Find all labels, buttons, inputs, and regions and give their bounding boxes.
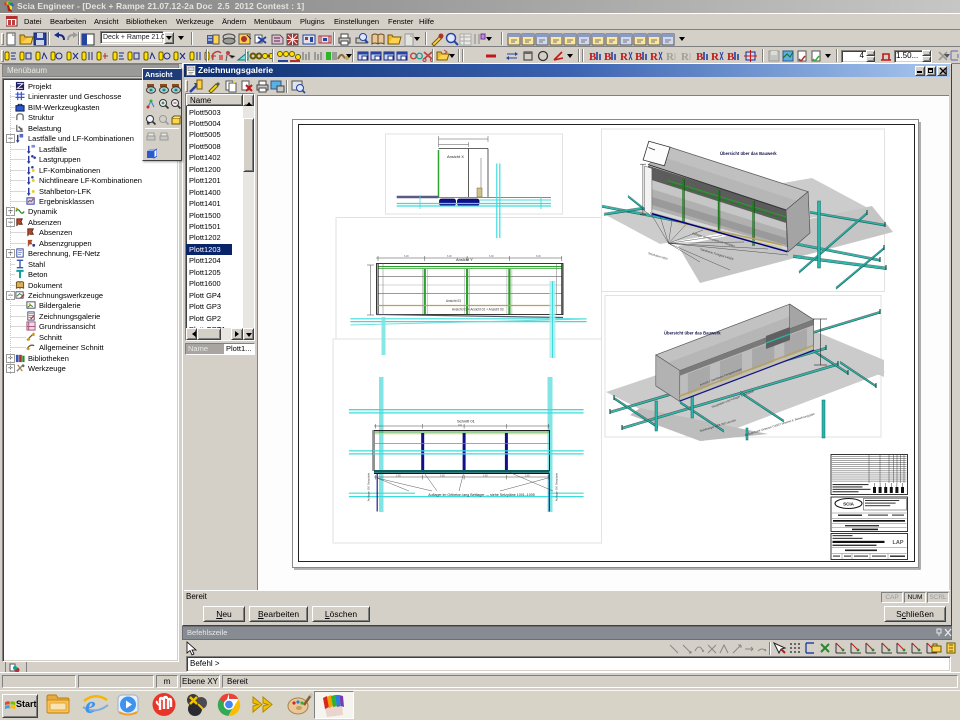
svg-text:Ansicht X: Ansicht X bbox=[447, 154, 464, 159]
svg-text:B: B bbox=[635, 51, 643, 63]
svg-text:6.00: 6.00 bbox=[447, 255, 452, 258]
svg-text:B: B bbox=[727, 51, 735, 63]
svg-text:Schnitt 01: Schnitt 01 bbox=[457, 419, 476, 424]
svg-text:B: B bbox=[589, 51, 597, 63]
svg-text:5.85: 5.85 bbox=[483, 475, 488, 478]
svg-text:5.85: 5.85 bbox=[440, 475, 445, 478]
svg-text:SCIA: SCIA bbox=[843, 502, 855, 507]
svg-text:6.00: 6.00 bbox=[489, 255, 494, 258]
svg-text:Auflager im Ortbeton lang Bett: Auflager im Ortbeton lang Bettlager — si… bbox=[428, 493, 534, 497]
svg-text:5.85: 5.85 bbox=[525, 475, 530, 478]
svg-text:R: R bbox=[666, 51, 675, 63]
svg-text:6.00: 6.00 bbox=[404, 255, 409, 258]
svg-text:R: R bbox=[650, 51, 659, 63]
svg-text:R: R bbox=[681, 51, 690, 63]
svg-text:B: B bbox=[604, 51, 612, 63]
svg-text:Auflager OK Setzplatte: Auflager OK Setzplatte bbox=[367, 472, 371, 501]
svg-text:Übersicht über das Bauwerk: Übersicht über das Bauwerk bbox=[720, 151, 777, 156]
svg-text:B: B bbox=[696, 51, 704, 63]
svg-text:Ansicht 01 + Ansicht 02 + Ansi: Ansicht 01 + Ansicht 02 + Ansicht 03 bbox=[452, 308, 504, 312]
svg-text:5.85: 5.85 bbox=[396, 475, 401, 478]
svg-text:LAP: LAP bbox=[893, 540, 904, 546]
svg-text:Auflager OK Setzplatte: Auflager OK Setzplatte bbox=[555, 472, 559, 501]
svg-text:6.00: 6.00 bbox=[536, 255, 541, 258]
svg-text:Übersicht über das Bauwerk: Übersicht über das Bauwerk bbox=[664, 331, 721, 336]
svg-text:R: R bbox=[620, 51, 629, 63]
svg-text:Ansicht 03: Ansicht 03 bbox=[446, 299, 461, 303]
svg-text:R: R bbox=[711, 51, 720, 63]
